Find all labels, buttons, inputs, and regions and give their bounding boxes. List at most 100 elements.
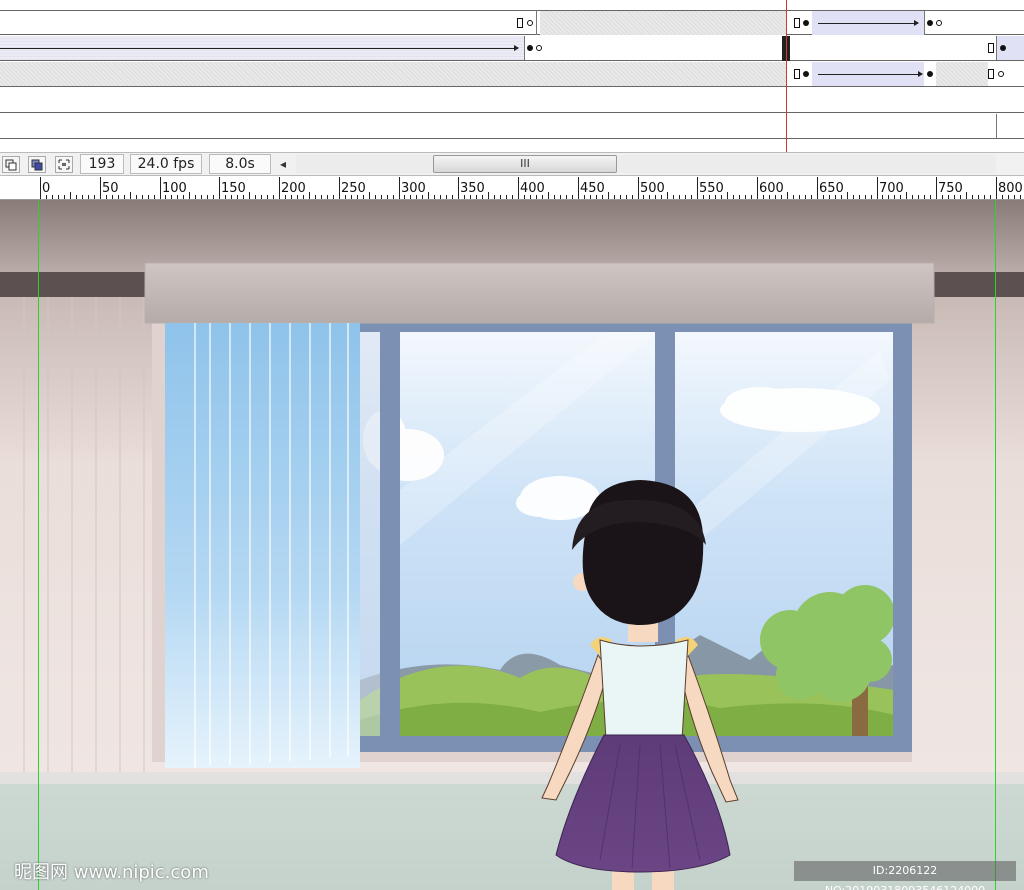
ruler-tick [745,195,746,199]
ruler-tick [327,195,328,199]
ruler-tick [912,195,913,199]
ruler-tick [626,195,627,199]
ruler-tick [458,177,459,199]
ruler-tick [375,195,376,199]
end-frame-marker[interactable] [517,18,523,28]
ruler-tick [249,192,250,199]
ruler-tick [219,177,220,199]
ruler-tick [154,195,155,199]
onion-skin-outline-icon[interactable] [28,156,46,173]
layer-row-2[interactable] [0,36,1024,61]
ruler-tick [195,195,196,199]
guide-line-right[interactable] [995,200,996,890]
ruler-tick [751,195,752,199]
ruler-tick [381,195,382,199]
ruler-label: 350 [460,181,485,196]
playhead-line[interactable] [786,0,787,152]
layer-row-1[interactable] [0,10,1024,35]
frame-divider [996,114,997,138]
ruler-label: 500 [640,181,665,196]
frame-divider [524,36,525,60]
end-frame-marker[interactable] [794,18,800,28]
elapsed-time-field: 8.0s [209,154,271,174]
ruler-label: 300 [401,181,426,196]
ruler-tick [82,195,83,199]
layer-row-4[interactable] [0,88,1024,113]
empty-keyframe[interactable] [527,20,533,26]
timeline-controls: 193 24.0 fps 8.0s ◂ III [0,152,1024,176]
ruler-tick [428,192,429,199]
ruler-tick [136,195,137,199]
ruler-tick [500,195,501,199]
keyframe[interactable] [803,20,809,26]
ruler-tick [387,195,388,199]
stage-canvas[interactable] [0,200,1024,890]
ruler-tick [333,195,334,199]
onion-skin-icon[interactable] [2,156,20,173]
ruler-tick [817,177,818,199]
ruler-tick [142,195,143,199]
ruler-tick [399,177,400,199]
ruler-tick [620,195,621,199]
keyframe[interactable] [927,20,933,26]
current-frame-field[interactable]: 193 [80,154,124,174]
ruler-tick [990,195,991,199]
frame-rate-field[interactable]: 24.0 fps [130,154,202,174]
ruler-tick [667,192,668,199]
ruler-tick [440,195,441,199]
frame-span[interactable] [936,62,988,86]
end-frame-marker[interactable] [988,69,994,79]
end-frame-marker[interactable] [794,69,800,79]
ruler-tick [309,192,310,199]
keyframe[interactable] [803,71,809,77]
timeline-panel [0,0,1024,152]
ruler-tick [936,177,937,199]
edit-multiple-frames-icon[interactable] [55,156,73,173]
scrollbar-thumb[interactable]: III [433,155,617,173]
ruler-tick [924,195,925,199]
ruler-tick [847,192,848,199]
ruler-label: 250 [341,181,366,196]
ruler-tick [679,195,680,199]
tween-arrow [818,20,919,26]
ruler-tick [996,177,997,199]
tween-arrow [818,71,923,77]
ruler-tick [70,192,71,199]
ruler-tick [799,195,800,199]
empty-keyframe[interactable] [536,45,542,51]
ruler-label: 450 [580,181,605,196]
layer-row-5[interactable] [0,114,1024,139]
ruler-label: 150 [221,181,246,196]
scroll-left-arrow-icon[interactable]: ◂ [280,157,286,171]
ruler-tick [321,195,322,199]
ruler-label: 0 [42,181,51,196]
empty-keyframe[interactable] [936,20,942,26]
ruler-label: 600 [759,181,784,196]
keyframe[interactable] [1000,45,1006,51]
frame-span[interactable] [540,11,786,35]
ruler-tick [446,195,447,199]
watermark-id: ID:2206122 NO:20190318093546124000 [794,861,1016,890]
ruler-label: 650 [819,181,844,196]
frame-span[interactable] [0,62,786,86]
empty-keyframe[interactable] [998,71,1004,77]
ruler-tick [853,195,854,199]
guide-line-left[interactable] [38,200,39,890]
layer-row-3[interactable] [0,62,1024,87]
frame-divider [536,11,537,35]
end-frame-marker[interactable] [988,43,994,53]
ruler-tick [691,195,692,199]
ruler-tick [273,195,274,199]
ruler-tick [64,195,65,199]
ruler-tick [685,195,686,199]
keyframe[interactable] [527,45,533,51]
horizontal-scrollbar[interactable] [296,155,996,173]
ruler-tick [255,195,256,199]
keyframe[interactable] [927,71,933,77]
ruler-tick [793,195,794,199]
ruler-tick [267,195,268,199]
ruler-label: 400 [520,181,545,196]
ruler-tick [369,192,370,199]
layer-row-6[interactable] [0,140,1024,152]
ruler-label: 50 [102,181,119,196]
